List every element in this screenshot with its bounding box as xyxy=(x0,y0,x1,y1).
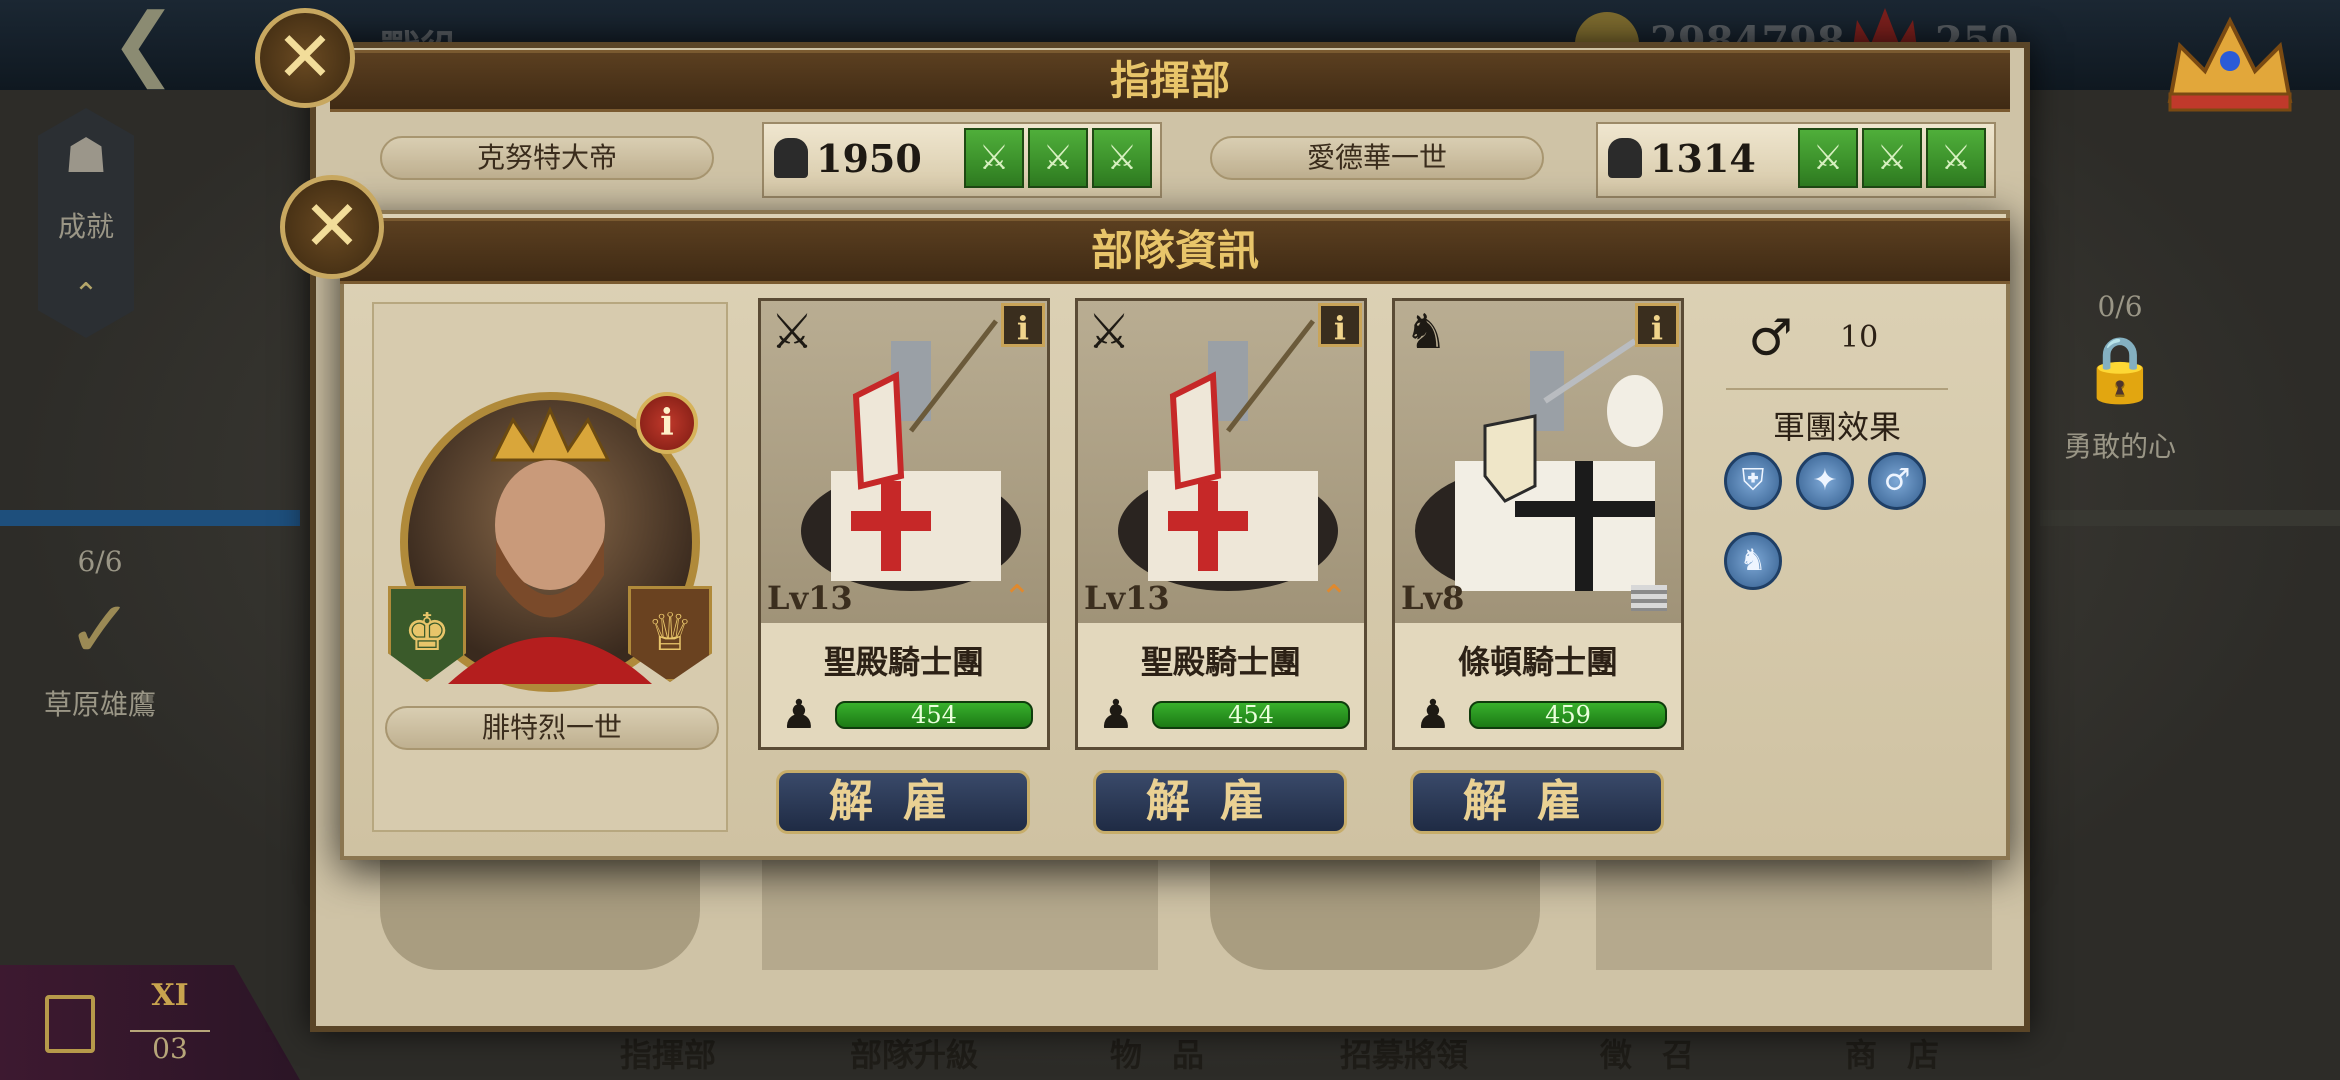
steppe-eagle-count: 6/6 xyxy=(77,545,123,578)
unit-name: 聖殿騎士團 xyxy=(1140,643,1301,681)
helmet-icon xyxy=(1608,138,1642,178)
horse-icon: ♞ xyxy=(1404,304,1448,360)
commander-stat-box: 1314 ⚔ ⚔ ⚔ xyxy=(1596,122,1996,198)
shield-icon[interactable]: ⛨ xyxy=(1724,452,1782,510)
boot-effect-icon[interactable]: ♂ xyxy=(1868,452,1926,510)
commander-stat-box: 1950 ⚔ ⚔ ⚔ xyxy=(762,122,1162,198)
save-roman: XI xyxy=(151,978,189,1013)
achievement-label: 成就 xyxy=(57,210,114,243)
commander-power: 1314 xyxy=(1650,136,1756,181)
crown-icon[interactable] xyxy=(2160,6,2300,116)
save-icon xyxy=(45,995,95,1053)
nav-recruit-generals[interactable]: 招募將領 xyxy=(1340,1030,1468,1076)
lance-icon: ⚔ xyxy=(1087,304,1131,360)
unit-card[interactable]: ♞ i Lv8 條頓騎士團 ♟ 459 xyxy=(1392,298,1684,750)
nav-items[interactable]: 物品 xyxy=(1110,1030,1234,1076)
nav-command[interactable]: 指揮部 xyxy=(620,1030,716,1076)
unit-chips: ⚔ ⚔ ⚔ xyxy=(1794,128,1986,188)
progress-bar-right xyxy=(2040,510,2340,526)
nav-conscript[interactable]: 徵召 xyxy=(1600,1030,1724,1076)
unit-card[interactable]: ⚔ i Lv13 ⌃ 聖殿騎士團 ♟ 454 xyxy=(758,298,1050,750)
dismiss-button[interactable]: 解雇 xyxy=(776,770,1030,834)
braveheart-label: 勇敢的心 xyxy=(2063,430,2176,463)
legion-effects-title: 軍團效果 xyxy=(1772,408,1901,446)
troop-count-bar: 459 xyxy=(1469,701,1667,729)
troop-count-bar: 454 xyxy=(835,701,1033,729)
dismiss-button[interactable]: 解雇 xyxy=(1410,770,1664,834)
movement-value: 10 xyxy=(1840,320,1879,355)
unit-info-icon[interactable]: i xyxy=(1001,303,1045,347)
boot-icon: ♂ xyxy=(1748,309,1793,367)
cavalry-icon[interactable]: ♞ xyxy=(1724,532,1782,590)
lance-icon: ⚔ xyxy=(770,304,814,360)
helmet-icon xyxy=(774,138,808,178)
laurel-badge-icon[interactable]: ✓ xyxy=(45,585,155,675)
close-command-panel-button[interactable]: ✕ xyxy=(255,8,355,108)
unit-level: Lv8 xyxy=(1401,579,1465,617)
general-info-icon[interactable]: i xyxy=(636,392,698,454)
rank-bars-icon xyxy=(1631,585,1667,611)
locked-badge-icon[interactable]: 🔒 xyxy=(2065,325,2175,415)
unit-level: Lv13 xyxy=(767,579,853,617)
commander-name: 愛德華一世 xyxy=(1210,136,1544,180)
unit-chips: ⚔ ⚔ ⚔ xyxy=(960,128,1152,188)
dismiss-button[interactable]: 解雇 xyxy=(1093,770,1347,834)
command-panel-title: 指揮部 xyxy=(330,50,2010,112)
unit-name: 聖殿騎士團 xyxy=(823,643,984,681)
back-portrait xyxy=(380,860,700,970)
rank-chevron-icon: ⌃ xyxy=(1319,578,1349,618)
armor-icon[interactable]: ✦ xyxy=(1796,452,1854,510)
divider xyxy=(1726,388,1948,390)
braveheart-count: 0/6 xyxy=(2097,290,2143,323)
general-name: 腓特烈一世 xyxy=(385,706,719,750)
sword-chip-icon: ⚔ xyxy=(1028,128,1088,188)
back-portrait xyxy=(1210,860,1540,970)
unit-info-icon[interactable]: i xyxy=(1318,303,1362,347)
lance-chip-icon: ⚔ xyxy=(1798,128,1858,188)
sword-chip-icon: ⚔ xyxy=(1092,128,1152,188)
commander-name: 克努特大帝 xyxy=(380,136,714,180)
nav-shop[interactable]: 商店 xyxy=(1845,1030,1969,1076)
unit-info-icon[interactable]: i xyxy=(1635,303,1679,347)
lance-chip-icon: ⚔ xyxy=(1862,128,1922,188)
progress-bar-left xyxy=(0,510,300,526)
nav-troop-upgrade[interactable]: 部隊升級 xyxy=(850,1030,978,1076)
sword-chip-icon: ⚔ xyxy=(964,128,1024,188)
troop-count-bar: 454 xyxy=(1152,701,1350,729)
chevron-icon: ⌃ xyxy=(73,277,99,312)
back-unit-card xyxy=(1596,860,1992,970)
troop-info-title: 部隊資訊 xyxy=(340,218,2010,284)
soldiers-icon: ♟ xyxy=(781,692,817,738)
trophy-icon: ☗ xyxy=(64,128,108,184)
lance-chip-icon: ⚔ xyxy=(1926,128,1986,188)
unit-level: Lv13 xyxy=(1084,579,1170,617)
back-unit-card xyxy=(762,860,1158,970)
soldiers-icon: ♟ xyxy=(1098,692,1134,738)
commander-power: 1950 xyxy=(816,136,922,181)
rank-chevron-icon: ⌃ xyxy=(1002,578,1032,618)
back-arrow-icon[interactable]: ❮ xyxy=(110,3,210,83)
soldiers-icon: ♟ xyxy=(1415,692,1451,738)
steppe-eagle-label: 草原雄鷹 xyxy=(43,688,156,721)
unit-card[interactable]: ⚔ i Lv13 ⌃ 聖殿騎士團 ♟ 454 xyxy=(1075,298,1367,750)
unit-name: 條頓騎士團 xyxy=(1457,643,1618,681)
save-number: 03 xyxy=(130,1030,210,1065)
close-troop-panel-button[interactable]: ✕ xyxy=(280,175,384,279)
